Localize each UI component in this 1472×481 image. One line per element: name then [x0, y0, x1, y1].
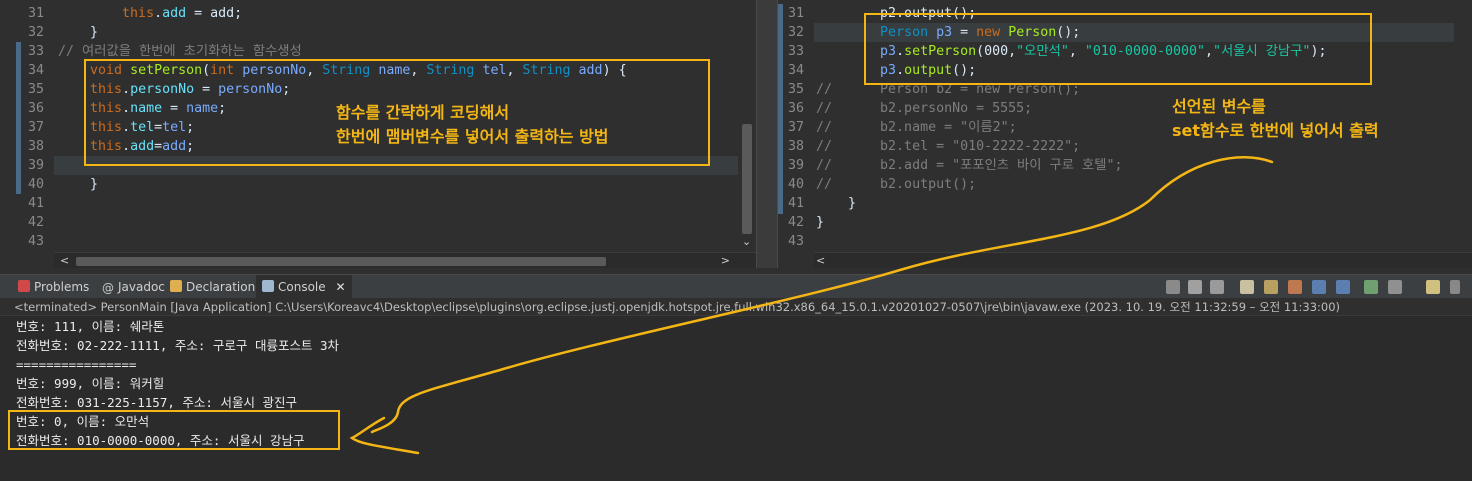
code-line: 39 // b2.add = "포포인츠 바이 구로 호텔";	[778, 156, 1472, 175]
console-output-line: 번호: 111, 이름: 쉐라톤	[16, 319, 165, 334]
show-on-stdout-icon[interactable]	[1312, 280, 1326, 294]
problems-icon	[18, 280, 30, 292]
console-output-area[interactable]: 번호: 111, 이름: 쉐라톤 전화번호: 02-222-1111, 주소: …	[0, 316, 1472, 481]
code-line: 36 // b2.personNo = 5555;	[778, 99, 1472, 118]
code-line: 41	[0, 194, 756, 213]
tab-problems[interactable]: Problems	[18, 275, 89, 299]
scroll-left-arrow-icon[interactable]: <	[60, 253, 69, 268]
scroll-right-arrow-icon[interactable]: >	[721, 253, 730, 268]
annotation-text: set함수로 한번에 넣어서 출력	[1172, 121, 1379, 140]
line-number: 31	[787, 6, 804, 21]
line-number: 39	[787, 158, 804, 173]
line-number: 42	[787, 215, 804, 230]
display-console-icon[interactable]	[1388, 280, 1402, 294]
tab-declaration[interactable]: Declaration	[170, 275, 255, 299]
code-line: 43	[778, 232, 1472, 251]
line-number: 36	[27, 101, 44, 116]
line-number: 32	[787, 25, 804, 40]
code-text: // b2.name = "이름2";	[816, 120, 1017, 135]
code-line: 32 }	[0, 23, 756, 42]
declaration-icon	[170, 280, 182, 292]
code-text: this.add = add;	[122, 6, 243, 21]
line-number: 37	[787, 120, 804, 135]
console-icon	[262, 280, 274, 292]
console-view-tabbar: Problems @ Javadoc Declaration Console ✕	[0, 274, 1472, 299]
line-number: 35	[787, 82, 804, 97]
code-text: }	[816, 215, 825, 230]
line-number: 32	[27, 25, 44, 40]
line-number: 31	[27, 6, 44, 21]
code-text: // b2.tel = "010-2222-2222";	[816, 139, 1081, 154]
view-menu-icon[interactable]	[1450, 280, 1460, 294]
annotation-text: 함수를 간략하게 코딩해서	[336, 103, 510, 122]
code-line: 40 }	[0, 175, 756, 194]
editor-split-divider[interactable]	[756, 0, 778, 268]
close-icon[interactable]: ✕	[335, 280, 345, 294]
line-number: 41	[27, 196, 44, 211]
horizontal-scrollbar[interactable]: <	[814, 252, 1472, 268]
left-code-editor[interactable]: 31 this.add = add; 32 } 33// 여러값을 한번에 초기화하…	[0, 0, 756, 268]
highlight-box-output	[8, 410, 340, 450]
code-text: // b2.personNo = 5555;	[816, 101, 1033, 116]
tab-javadoc[interactable]: @ Javadoc	[102, 275, 165, 299]
line-number: 40	[787, 177, 804, 192]
annotation-text: 한번에 맴버변수를 넣어서 출력하는 방법	[336, 127, 609, 146]
clear-console-icon[interactable]	[1240, 280, 1254, 294]
new-console-icon[interactable]	[1426, 280, 1440, 294]
code-line: 31 this.add = add;	[0, 4, 756, 23]
line-number: 33	[787, 44, 804, 59]
line-number: 42	[27, 215, 44, 230]
remove-launch-icon[interactable]	[1188, 280, 1202, 294]
show-on-stderr-icon[interactable]	[1336, 280, 1350, 294]
code-text: }	[816, 196, 857, 211]
right-code-editor[interactable]: 31 p2.output(); 32 Person p3 = new Person…	[778, 0, 1472, 268]
scroll-left-arrow-icon[interactable]: <	[816, 253, 825, 268]
code-line: 41 }	[778, 194, 1472, 213]
line-number: 41	[787, 196, 804, 211]
code-text: }	[58, 177, 99, 192]
scroll-lock-icon[interactable]	[1264, 280, 1278, 294]
line-number: 38	[27, 139, 44, 154]
line-number: 43	[787, 234, 804, 249]
console-output-line: 번호: 999, 이름: 워커힐	[16, 376, 165, 391]
code-line: 42}	[778, 213, 1472, 232]
code-line: 40 // b2.output();	[778, 175, 1472, 194]
console-status-line: <terminated> PersonMain [Java Applicatio…	[0, 298, 1472, 316]
highlight-box-setperson-call	[864, 13, 1372, 85]
line-number: 35	[27, 82, 44, 97]
tab-console[interactable]: Console ✕	[256, 275, 352, 299]
console-output-line: ================	[16, 357, 137, 372]
vertical-scrollbar[interactable]: ⌄	[738, 0, 756, 252]
line-number: 33	[27, 44, 44, 59]
pin-console-icon[interactable]	[1364, 280, 1378, 294]
word-wrap-icon[interactable]	[1288, 280, 1302, 294]
line-number: 36	[787, 101, 804, 116]
line-number: 38	[787, 139, 804, 154]
code-line: 42	[0, 213, 756, 232]
line-number: 37	[27, 120, 44, 135]
line-number: 39	[27, 158, 44, 173]
scroll-down-arrow-icon[interactable]: ⌄	[742, 234, 751, 250]
line-number: 34	[27, 63, 44, 78]
line-number: 40	[27, 177, 44, 192]
scroll-thumb[interactable]	[76, 257, 606, 266]
scroll-thumb[interactable]	[742, 124, 752, 234]
code-text: // b2.add = "포포인츠 바이 구로 호텔";	[816, 158, 1123, 173]
line-number: 43	[27, 234, 44, 249]
code-text: }	[58, 25, 99, 40]
code-text: // b2.output();	[816, 177, 977, 192]
stop-icon[interactable]	[1166, 280, 1180, 294]
line-number: 34	[787, 63, 804, 78]
horizontal-scrollbar[interactable]: < >	[54, 252, 756, 268]
console-output-line: 전화번호: 02-222-1111, 주소: 구로구 대륭포스트 3차	[16, 338, 340, 353]
annotation-text: 선언된 변수를	[1172, 97, 1266, 116]
javadoc-icon: @	[102, 281, 114, 295]
remove-all-terminated-icon[interactable]	[1210, 280, 1224, 294]
code-line: 43	[0, 232, 756, 251]
